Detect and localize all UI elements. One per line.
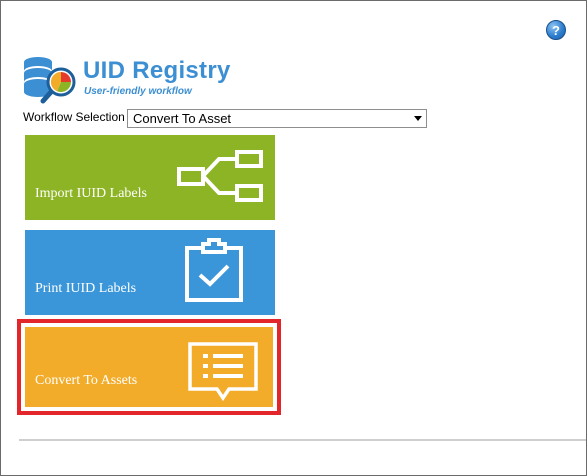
app-title: UID Registry xyxy=(83,57,231,84)
convert-to-assets-tile[interactable]: Convert To Assets xyxy=(25,327,273,407)
app-window: ? UID Registry User-friendly workflow Wo… xyxy=(0,0,587,476)
tile-label: Convert To Assets xyxy=(35,373,138,388)
list-callout-icon xyxy=(188,342,258,402)
highlight-frame: Convert To Assets xyxy=(17,319,281,415)
workflow-selection-label: Workflow Selection xyxy=(23,110,125,124)
tile-label: Print IUID Labels xyxy=(35,281,137,296)
database-chart-logo-icon xyxy=(24,57,76,104)
print-iuid-labels-tile[interactable]: Print IUID Labels xyxy=(25,230,275,315)
app-subtitle: User-friendly workflow xyxy=(84,86,192,97)
network-flow-icon xyxy=(177,150,263,202)
clipboard-check-icon xyxy=(185,238,243,302)
workflow-select[interactable]: Convert To Asset xyxy=(127,109,427,128)
chevron-down-icon xyxy=(414,116,422,121)
import-iuid-labels-tile[interactable]: Import IUID Labels xyxy=(25,135,275,220)
help-icon-glyph: ? xyxy=(552,22,560,38)
divider xyxy=(19,439,586,441)
tile-label: Import IUID Labels xyxy=(35,186,147,201)
workflow-select-value: Convert To Asset xyxy=(133,111,232,126)
help-icon[interactable]: ? xyxy=(546,20,566,40)
